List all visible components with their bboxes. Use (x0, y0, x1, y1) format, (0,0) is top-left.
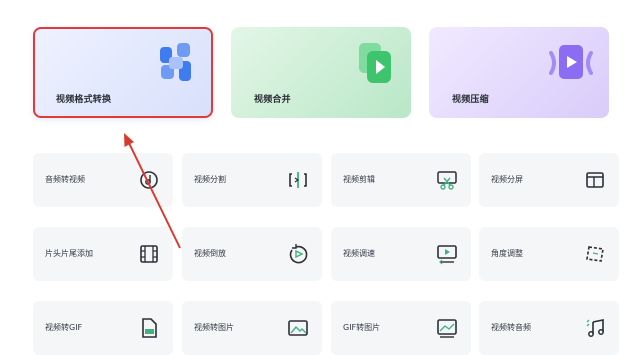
speed-screen-icon (436, 243, 458, 265)
split-icon (287, 169, 309, 191)
card-video-compress[interactable]: 视频压缩 (429, 27, 609, 118)
card-video-format-convert[interactable]: 视频格式转换 (33, 27, 213, 118)
scissors-icon (436, 169, 458, 191)
tool-label: 视频转GIF (45, 323, 83, 332)
film-strip-icon (138, 243, 160, 265)
card-label: 视频压缩 (452, 95, 489, 105)
card-label: 视频合并 (254, 95, 291, 105)
music-note-icon (584, 317, 606, 339)
tool-video-speed[interactable]: 视频调速 (331, 227, 471, 281)
tool-audio-to-video[interactable]: 音频转视频 (33, 153, 173, 207)
tool-split-screen[interactable]: 视频分屏 (479, 153, 619, 207)
tool-label: 片头片尾添加 (45, 249, 93, 258)
tool-video-reverse[interactable]: 视频倒放 (182, 227, 322, 281)
tool-label: 音频转视频 (45, 175, 85, 184)
tool-label: 视频调速 (343, 249, 375, 258)
tool-label: 视频倒放 (194, 249, 226, 258)
tool-angle-adjust[interactable]: 角度调整 (479, 227, 619, 281)
video-compress-icon (549, 41, 593, 89)
tool-video-split[interactable]: 视频分割 (182, 153, 322, 207)
split-screen-icon (584, 169, 606, 191)
tool-label: 视频剪辑 (343, 175, 375, 184)
tool-label: 视频转图片 (194, 323, 234, 332)
card-video-merge[interactable]: 视频合并 (231, 27, 411, 118)
image-icon (287, 317, 309, 339)
tool-intro-outro[interactable]: 片头片尾添加 (33, 227, 173, 281)
tool-label: 视频分割 (194, 175, 226, 184)
rotate-angle-icon (584, 243, 606, 265)
tool-label: GIF转图片 (343, 323, 381, 332)
gif-to-image-icon (436, 317, 458, 339)
format-convert-icon (157, 43, 195, 91)
card-label: 视频格式转换 (56, 95, 112, 105)
tool-label: 视频转音频 (491, 323, 531, 332)
tool-label: 视频分屏 (491, 175, 523, 184)
tool-label: 角度调整 (491, 249, 523, 258)
audio-disc-icon (138, 169, 160, 191)
gif-file-icon (138, 317, 160, 339)
video-merge-icon (355, 41, 395, 89)
reverse-play-icon (287, 243, 309, 265)
tool-video-edit[interactable]: 视频剪辑 (331, 153, 471, 207)
